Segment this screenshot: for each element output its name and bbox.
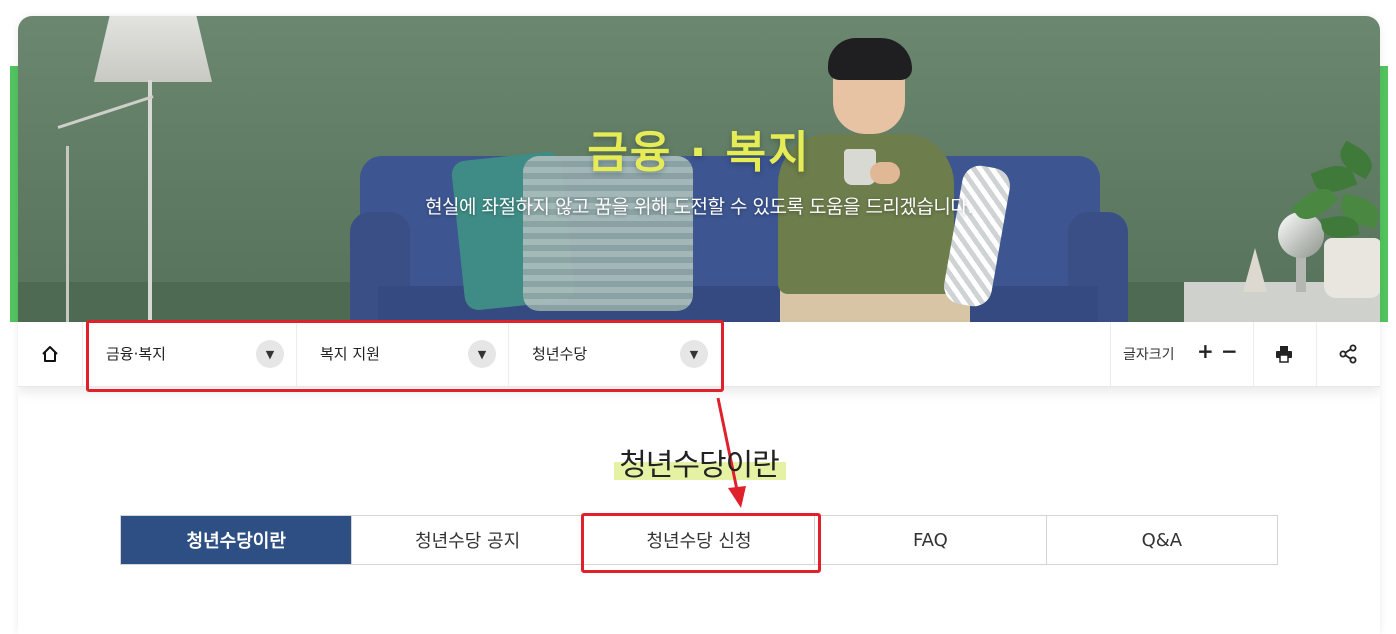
home-button[interactable] — [18, 322, 83, 386]
hero-subtitle: 현실에 좌절하지 않고 꿈을 위해 도전할 수 있도록 도움을 드리겠습니다. — [425, 196, 973, 218]
page-title: 청년수당이란 — [619, 448, 780, 483]
breadcrumb-label: 금융·복지 — [106, 345, 166, 363]
plant-pot — [1324, 238, 1380, 298]
tab-notice[interactable]: 청년수당 공지 — [352, 516, 584, 564]
print-button[interactable] — [1252, 322, 1317, 386]
tab-qna[interactable]: Q&A — [1046, 516, 1278, 564]
font-size-control: 글자크기 + − — [1110, 322, 1254, 386]
chevron-down-icon[interactable]: ▼ — [680, 340, 708, 368]
share-button[interactable] — [1316, 322, 1380, 386]
location-navbar: 금융·복지 ▼ 복지 지원 ▼ 청년수당 ▼ 글자크기 + − — [18, 322, 1380, 387]
floor-lamp-illustration — [94, 16, 212, 82]
green-edge-right — [1380, 66, 1388, 322]
font-decrease-button[interactable]: − — [1221, 339, 1238, 363]
home-icon — [42, 346, 58, 362]
breadcrumb-label: 복지 지원 — [320, 345, 380, 363]
hero-banner: 금융 · 복지 현실에 좌절하지 않고 꿈을 위해 도전할 수 있도록 도움을 … — [18, 16, 1380, 322]
print-icon — [1276, 346, 1292, 363]
breadcrumb-label: 청년수당 — [532, 345, 588, 363]
geo-stand — [1296, 256, 1306, 292]
share-icon — [1339, 344, 1357, 364]
person-hair — [828, 38, 912, 80]
breadcrumb-dropdown-1[interactable]: 금융·복지 ▼ — [82, 322, 297, 386]
tab-bar: 청년수당이란 청년수당 공지 청년수당 신청 FAQ Q&A — [120, 515, 1278, 565]
chevron-down-icon[interactable]: ▼ — [468, 340, 496, 368]
breadcrumb-dropdown-3[interactable]: 청년수당 ▼ — [508, 322, 720, 386]
page-heading-wrap: 청년수당이란 — [18, 440, 1380, 484]
hero-title: 금융 · 복지 — [587, 127, 811, 178]
tab-apply[interactable]: 청년수당 신청 — [583, 516, 816, 564]
tab-intro[interactable]: 청년수당이란 — [121, 516, 353, 564]
breadcrumb-dropdown-2[interactable]: 복지 지원 ▼ — [296, 322, 509, 386]
cone-decor — [1243, 248, 1267, 292]
font-size-label: 글자크기 — [1123, 347, 1175, 363]
tab-faq[interactable]: FAQ — [815, 516, 1047, 564]
chevron-down-icon[interactable]: ▼ — [256, 340, 284, 368]
font-increase-button[interactable]: + — [1197, 339, 1214, 363]
green-edge-left — [10, 66, 18, 322]
